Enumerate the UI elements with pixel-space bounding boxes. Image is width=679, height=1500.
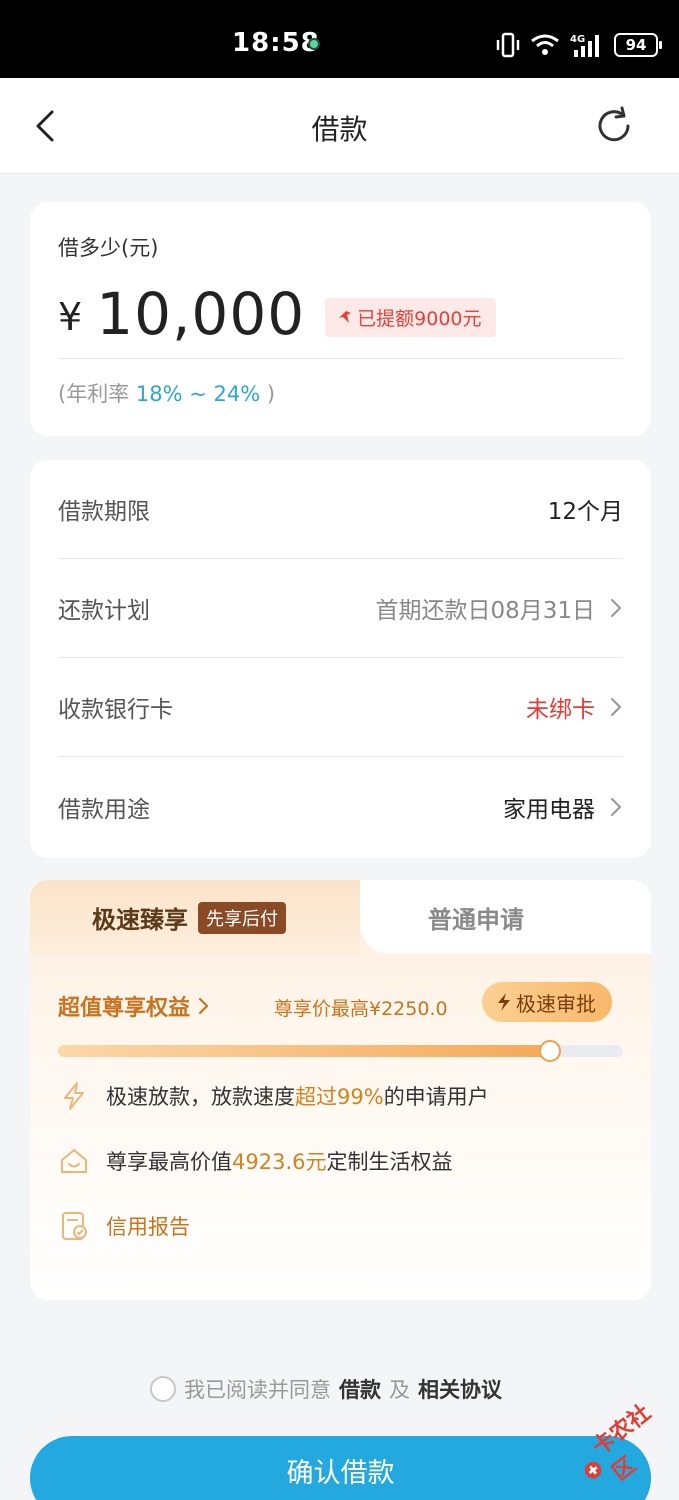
credit-report-link[interactable]: 信用报告 bbox=[106, 1211, 190, 1241]
progress-knob[interactable] bbox=[539, 1040, 561, 1062]
related-agreement-link[interactable]: 相关协议 bbox=[418, 1374, 502, 1404]
tab-fast-badge: 先享后付 bbox=[198, 901, 286, 934]
amount-card: 借多少(元) ¥ 10,000 已提额9000元 (年利率 18% ~ 24% … bbox=[30, 202, 651, 436]
loan-term-label: 借款期限 bbox=[58, 499, 150, 525]
repayment-plan-value: 首期还款日08月31日 bbox=[375, 598, 595, 624]
benefit-price: 尊享价最高¥2250.0 bbox=[274, 998, 448, 1020]
home-icon bbox=[61, 1149, 87, 1173]
feature-text: 尊享最高价值4923.6元定制生活权益 bbox=[106, 1150, 453, 1174]
amount-value[interactable]: 10,000 bbox=[96, 280, 305, 348]
report-icon bbox=[62, 1212, 87, 1240]
loan-term-row[interactable]: 借款期限 12个月 bbox=[58, 460, 623, 559]
status-time: 18:58 bbox=[232, 28, 320, 58]
divider bbox=[58, 358, 623, 359]
lightning-icon bbox=[498, 993, 510, 1011]
chevron-right-icon bbox=[610, 697, 622, 717]
vibrate-icon bbox=[496, 32, 520, 58]
repayment-plan-row[interactable]: 还款计划 首期还款日08月31日 bbox=[58, 559, 623, 658]
raise-badge-text: 已提额9000元 bbox=[357, 307, 482, 330]
benefit-title[interactable]: 超值尊享权益 bbox=[58, 990, 210, 1022]
chevron-right-icon bbox=[198, 997, 209, 1015]
chevron-right-icon bbox=[610, 598, 622, 618]
feature-credit-report[interactable]: 信用报告 bbox=[58, 1210, 190, 1242]
notification-dot-icon bbox=[308, 38, 320, 50]
progress-fill bbox=[58, 1045, 550, 1057]
loan-purpose-label: 借款用途 bbox=[58, 796, 150, 823]
loan-purpose-row[interactable]: 借款用途 家用电器 bbox=[58, 757, 623, 856]
loan-agreement-link[interactable]: 借款 bbox=[339, 1374, 381, 1404]
agreement-mid: 及 bbox=[389, 1378, 410, 1402]
agreement-row: 我已阅读并同意 借款及相关协议 bbox=[150, 1374, 502, 1404]
lightning-icon bbox=[64, 1082, 84, 1110]
feature-fast-loan: 极速放款，放款速度超过99%的申请用户 bbox=[58, 1080, 489, 1112]
bank-card-row[interactable]: 收款银行卡 未绑卡 bbox=[58, 658, 623, 757]
progress-track bbox=[58, 1040, 623, 1062]
status-bar: 18:58 4G 94 bbox=[0, 0, 679, 78]
tab-fast-label: 极速臻享 bbox=[92, 906, 188, 934]
page-title: 借款 bbox=[311, 113, 368, 146]
status-icons: 4G 94 bbox=[496, 30, 662, 60]
battery-icon: 94 bbox=[614, 33, 662, 57]
rate-line: (年利率 18% ~ 24% ) bbox=[58, 378, 275, 408]
signal-icon: 4G bbox=[570, 34, 599, 57]
rate-suffix: ) bbox=[260, 382, 276, 406]
tab-normal[interactable]: 普通申请 bbox=[428, 900, 524, 935]
loan-info-card: 借款期限 12个月 还款计划 首期还款日08月31日 收款银行卡 未绑卡 借款用… bbox=[30, 460, 651, 858]
amount-label: 借多少(元) bbox=[58, 236, 159, 260]
bank-card-value: 未绑卡 bbox=[526, 697, 595, 723]
fast-approve-text: 极速审批 bbox=[516, 991, 596, 1016]
bank-card-label: 收款银行卡 bbox=[58, 697, 173, 723]
wifi-icon bbox=[531, 34, 559, 55]
loan-term-value: 12个月 bbox=[547, 499, 623, 525]
currency-symbol: ¥ bbox=[58, 295, 83, 339]
confirm-loan-button[interactable]: 确认借款 bbox=[30, 1436, 651, 1500]
feature-text: 极速放款，放款速度超过99%的申请用户 bbox=[106, 1085, 489, 1109]
benefit-title-text: 超值尊享权益 bbox=[58, 996, 191, 1021]
amount-row: ¥ 10,000 已提额9000元 bbox=[58, 280, 496, 348]
agreement-checkbox[interactable] bbox=[150, 1376, 176, 1402]
plan-card: 极速臻享 先享后付 普通申请 超值尊享权益 尊享价最高¥2250.0 极速审批 … bbox=[30, 880, 651, 1300]
agreement-prefix: 我已阅读并同意 bbox=[184, 1378, 331, 1402]
rate-value: 18% ~ 24% bbox=[135, 382, 261, 406]
rate-prefix: (年利率 bbox=[58, 382, 136, 406]
refresh-icon[interactable] bbox=[592, 104, 636, 148]
fast-approve-badge: 极速审批 bbox=[482, 982, 612, 1022]
feature-life-benefit: 尊享最高价值4923.6元定制生活权益 bbox=[58, 1145, 452, 1177]
raise-badge: 已提额9000元 bbox=[325, 297, 496, 337]
chevron-right-icon bbox=[610, 797, 622, 816]
arrow-up-icon bbox=[339, 311, 352, 323]
loan-purpose-value: 家用电器 bbox=[503, 796, 595, 823]
repayment-plan-label: 还款计划 bbox=[58, 598, 150, 624]
nav-bar: 借款 bbox=[0, 78, 679, 174]
tab-fast[interactable]: 极速臻享 先享后付 bbox=[92, 900, 286, 935]
svg-text:4G: 4G bbox=[570, 34, 585, 45]
